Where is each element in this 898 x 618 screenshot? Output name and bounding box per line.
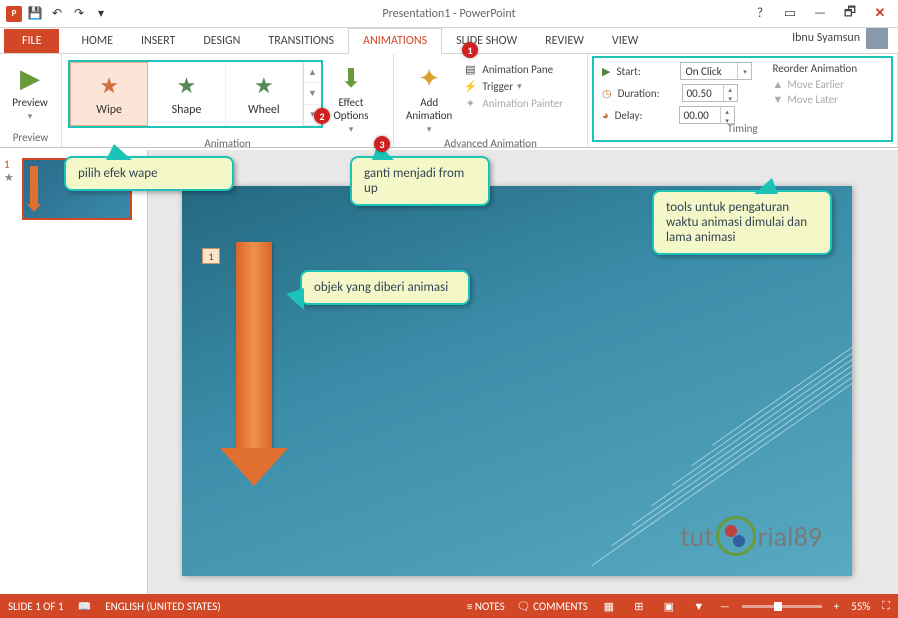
slide-count[interactable]: SLIDE 1 OF 1	[8, 600, 64, 613]
arrow-shape[interactable]	[236, 242, 272, 452]
animation-pane-button[interactable]: ▤ Animation Pane	[462, 62, 563, 77]
duration-label: Duration:	[618, 87, 676, 100]
scroll-up-icon[interactable]: ▲	[304, 62, 321, 83]
gallery-item-shape[interactable]: ★ Shape	[148, 62, 225, 126]
annotation-callout-1: pilih efek wape	[64, 156, 234, 191]
tab-review[interactable]: REVIEW	[531, 29, 598, 53]
trigger-button[interactable]: ⚡ Trigger ▾	[462, 79, 563, 94]
ribbon: ▶ Preview ▾ Preview ★ Wipe ★ Shape ★ Whe…	[0, 54, 898, 148]
normal-view-icon[interactable]: ▦	[600, 598, 618, 614]
delay-icon: ◕	[602, 109, 609, 122]
language-status[interactable]: ENGLISH (UNITED STATES)	[105, 600, 220, 613]
slide-thumbnail-panel: 1 ★	[0, 150, 148, 594]
slideshow-icon[interactable]: ▾	[92, 5, 110, 23]
tab-view[interactable]: VIEW	[598, 29, 652, 53]
preview-icon: ▶	[14, 62, 46, 94]
slideshow-view-icon[interactable]: ▼	[690, 598, 708, 614]
animation-gallery[interactable]: ★ Wipe ★ Shape ★ Wheel ▲ ▼ ▾	[68, 60, 323, 128]
preview-button[interactable]: ▶ Preview ▾	[6, 60, 54, 124]
avatar	[866, 27, 888, 49]
watermark-logo-icon	[716, 516, 756, 556]
sorter-view-icon[interactable]: ⊞	[630, 598, 648, 614]
spell-check-icon[interactable]: 📖	[78, 600, 92, 613]
group-label-timing: Timing	[594, 122, 891, 138]
effect-options-button[interactable]: ⬇ Effect Options ▾	[327, 60, 375, 137]
tab-design[interactable]: DESIGN	[189, 29, 254, 53]
star-icon: ★	[177, 72, 197, 99]
user-name: Ibnu Syamsun	[792, 31, 860, 45]
animation-painter-button[interactable]: ✦ Animation Painter	[462, 96, 563, 111]
tab-transitions[interactable]: TRANSITIONS	[254, 29, 348, 53]
fit-window-icon[interactable]: ⛶	[882, 599, 890, 613]
trigger-icon: ⚡	[462, 80, 478, 93]
restore-button[interactable]: 🗗	[836, 4, 864, 24]
watermark: tut rial89	[680, 516, 822, 556]
redo-icon[interactable]: ↷	[70, 5, 88, 23]
status-bar: SLIDE 1 OF 1 📖 ENGLISH (UNITED STATES) ≡…	[0, 594, 898, 618]
animation-indicator-icon: ★	[4, 171, 18, 184]
tab-slideshow[interactable]: SLIDE SHOW	[442, 29, 531, 53]
pane-icon: ▤	[462, 63, 478, 76]
tab-home[interactable]: HOME	[67, 29, 127, 53]
delay-label: Delay:	[615, 109, 673, 122]
annotation-callout-3: objek yang diberi animasi	[300, 270, 470, 305]
play-icon: ▶	[602, 65, 610, 78]
clock-icon: ◷	[602, 87, 612, 100]
group-timing: ▶ Start: On Click ▾ ◷ Duration: 00.50 ▴▾	[588, 54, 898, 147]
zoom-out-button[interactable]: —	[720, 600, 730, 613]
save-icon[interactable]: 💾	[26, 5, 44, 23]
thumb-arrow-shape	[30, 166, 38, 206]
zoom-in-button[interactable]: +	[834, 600, 839, 613]
undo-icon[interactable]: ↶	[48, 5, 66, 23]
group-preview: ▶ Preview ▾ Preview	[0, 54, 62, 147]
add-animation-icon: ✦	[413, 62, 445, 94]
thumb-number: 1	[4, 158, 18, 171]
window-title: Presentation1 - PowerPoint	[382, 7, 515, 21]
comments-button[interactable]: 🗨 COMMENTS	[517, 600, 588, 613]
zoom-level[interactable]: 55%	[851, 600, 870, 613]
tab-file[interactable]: FILE	[4, 29, 59, 53]
close-button[interactable]: ✕	[866, 4, 894, 24]
star-icon: ★	[99, 72, 119, 99]
effect-options-icon: ⬇	[335, 62, 367, 94]
chevron-down-icon: ▾	[517, 81, 522, 92]
move-later-button[interactable]: ▼ Move Later	[772, 92, 857, 107]
annotation-callout-4: tools untuk pengaturan waktu animasi dim…	[652, 190, 832, 255]
reorder-label: Reorder Animation	[772, 60, 857, 77]
start-label: Start:	[616, 65, 674, 78]
quick-access-toolbar: P 💾 ↶ ↷ ▾	[0, 5, 116, 23]
duration-input[interactable]: 00.50 ▴▾	[682, 84, 738, 102]
zoom-slider[interactable]	[742, 605, 822, 608]
animation-tag[interactable]: 1	[202, 248, 220, 264]
start-dropdown[interactable]: On Click ▾	[680, 62, 752, 80]
gallery-item-wheel[interactable]: ★ Wheel	[226, 62, 303, 126]
chevron-down-icon: ▾	[427, 124, 432, 135]
annotation-callout-2: ganti menjadi from up	[350, 156, 490, 206]
annotation-badge-3: 3	[374, 136, 390, 152]
reading-view-icon[interactable]: ▣	[660, 598, 678, 614]
group-advanced-animation: ✦ Add Animation ▾ ▤ Animation Pane ⚡ Tri…	[394, 54, 588, 147]
tab-insert[interactable]: INSERT	[127, 29, 189, 53]
title-bar: P 💾 ↶ ↷ ▾ Presentation1 - PowerPoint ? ▭…	[0, 0, 898, 28]
move-earlier-button[interactable]: ▲ Move Earlier	[772, 77, 857, 92]
gallery-item-wipe[interactable]: ★ Wipe	[70, 62, 148, 126]
annotation-badge-2: 2	[314, 108, 330, 124]
notes-button[interactable]: ≡ NOTES	[467, 600, 505, 613]
minimize-button[interactable]: —	[806, 4, 834, 24]
app-icon[interactable]: P	[6, 6, 22, 22]
chevron-down-icon: ▾	[738, 63, 751, 79]
star-icon: ★	[254, 72, 274, 99]
add-animation-button[interactable]: ✦ Add Animation ▾	[400, 60, 458, 137]
group-label-preview: Preview	[6, 131, 55, 147]
ribbon-collapse-icon[interactable]: ▭	[776, 4, 804, 24]
help-icon[interactable]: ?	[746, 4, 774, 24]
chevron-down-icon: ▾	[349, 124, 354, 135]
tab-animations[interactable]: ANIMATIONS	[348, 28, 442, 54]
painter-icon: ✦	[462, 97, 478, 110]
chevron-down-icon: ▾	[28, 111, 33, 122]
group-animation: ★ Wipe ★ Shape ★ Wheel ▲ ▼ ▾ ⬇	[62, 54, 394, 147]
scroll-down-icon[interactable]: ▼	[304, 83, 321, 104]
annotation-badge-1: 1	[462, 42, 478, 58]
ribbon-tab-row: FILE HOME INSERT DESIGN TRANSITIONS ANIM…	[0, 28, 898, 54]
